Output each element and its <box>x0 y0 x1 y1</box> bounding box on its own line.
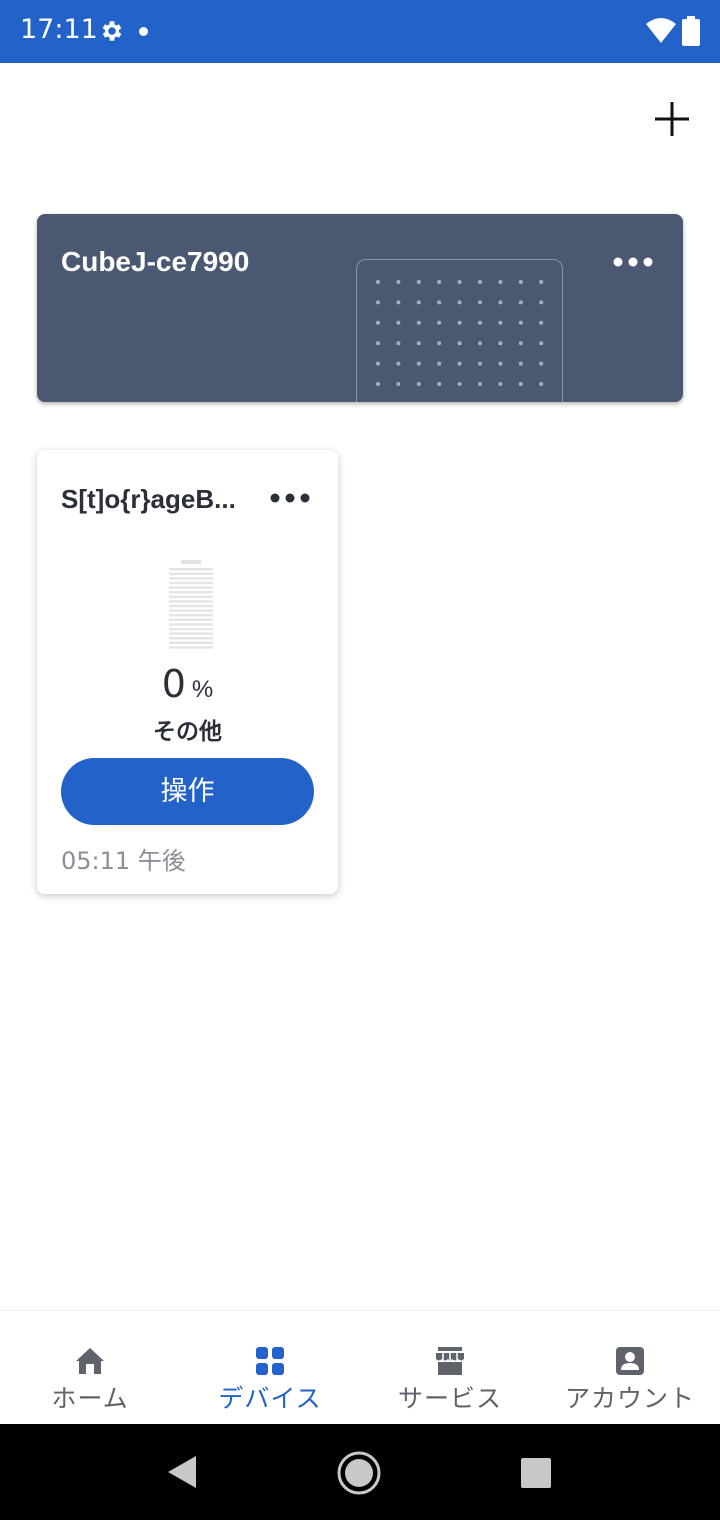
nav-label-home: ホーム <box>51 1384 129 1413</box>
plus-icon[interactable] <box>650 97 694 141</box>
hub-name: CubeJ-ce7990 <box>61 246 250 277</box>
back-icon[interactable] <box>164 1454 200 1490</box>
gear-icon <box>102 21 122 41</box>
status-time: 17:11 <box>20 14 98 45</box>
nav-item-home[interactable]: ホーム <box>0 1311 180 1425</box>
hub-device-illustration <box>356 259 563 402</box>
recents-icon[interactable] <box>521 1458 551 1488</box>
bottom-nav: ホーム デバイス サービス アカウント <box>0 1310 720 1424</box>
nav-label-devices: デバイス <box>218 1384 322 1413</box>
nav-label-services: サービス <box>397 1384 502 1413</box>
operate-button[interactable]: 操作 <box>61 758 314 825</box>
device-name: S[t]o{r}ageB... <box>61 484 236 514</box>
device-card[interactable]: S[t]o{r}ageB... 0% その他 操作 05:11 午後 <box>37 450 338 894</box>
wifi-icon <box>646 18 676 43</box>
level-unit: % <box>191 676 214 703</box>
system-nav-bar <box>0 1424 720 1520</box>
battery-icon <box>682 16 700 46</box>
nav-item-account[interactable]: アカウント <box>540 1311 720 1425</box>
nav-label-account: アカウント <box>564 1384 695 1413</box>
grid-icon <box>256 1347 284 1375</box>
level-readout: 0% <box>37 662 338 706</box>
store-icon <box>436 1347 464 1375</box>
more-horizontal-icon[interactable] <box>611 250 655 274</box>
home-icon <box>76 1348 104 1374</box>
battery-level-icon <box>169 560 213 649</box>
hub-card[interactable]: CubeJ-ce7990 <box>37 214 683 402</box>
home-circle-icon[interactable] <box>336 1450 382 1496</box>
more-horizontal-icon[interactable] <box>268 486 312 510</box>
level-value: 0 <box>161 662 186 706</box>
notification-dot <box>139 27 148 36</box>
account-icon <box>616 1347 644 1375</box>
status-bar: 17:11 <box>0 0 720 63</box>
nav-item-devices[interactable]: デバイス <box>180 1311 360 1425</box>
device-type: その他 <box>153 718 222 744</box>
nav-item-services[interactable]: サービス <box>360 1311 540 1425</box>
last-updated-time: 05:11 午後 <box>61 847 186 875</box>
